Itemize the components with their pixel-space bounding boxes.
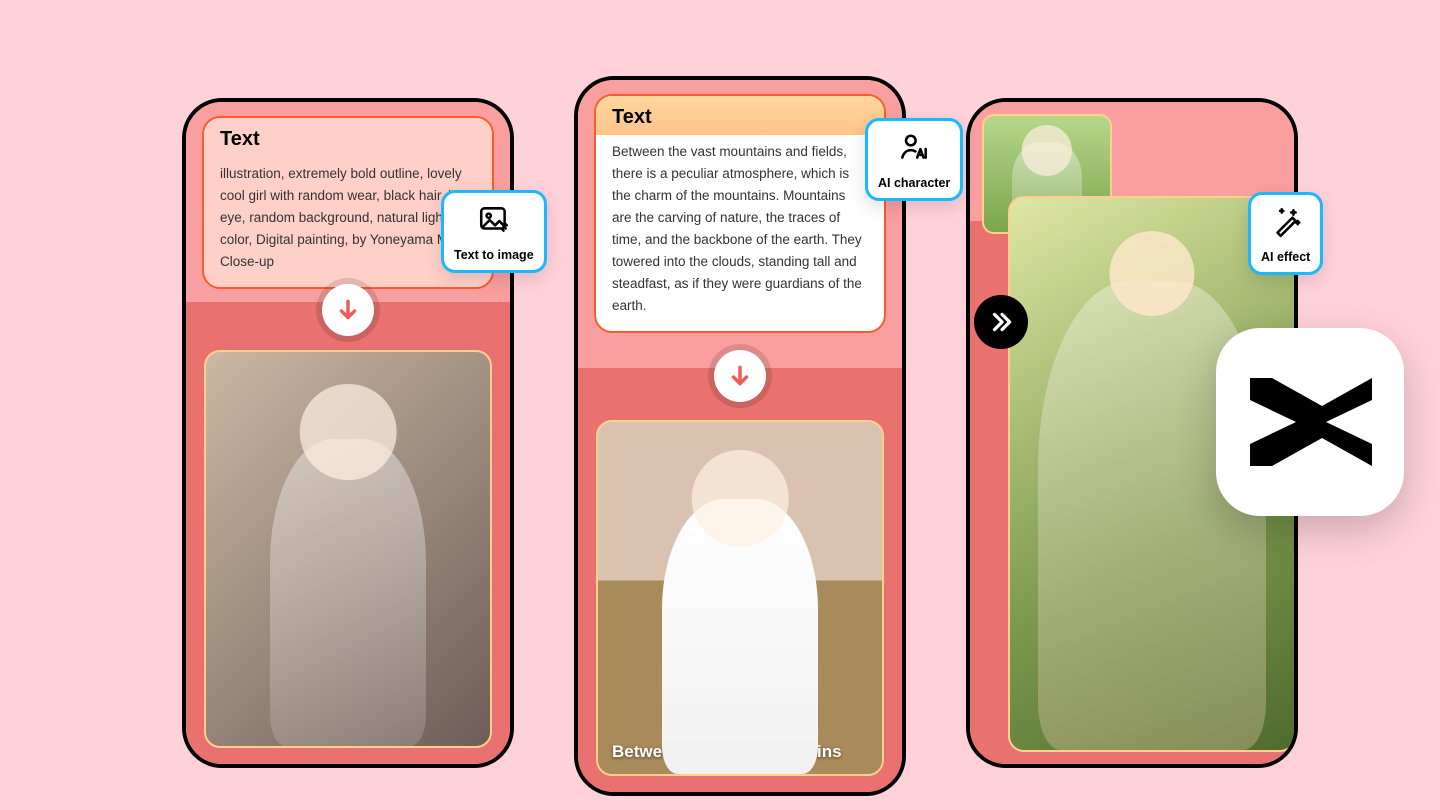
prompt-card-title: Text (204, 118, 492, 157)
capcut-app-icon[interactable] (1216, 328, 1404, 516)
arrow-down-icon (322, 284, 374, 336)
person-ai-icon (897, 131, 931, 170)
image-placeholder (206, 352, 490, 746)
transform-arrow-icon (974, 295, 1028, 349)
image-placeholder (598, 422, 882, 774)
prompt-card[interactable]: Text Between the vast mountains and fiel… (594, 94, 886, 333)
canvas: Text illustration, extremely bold outlin… (18, 18, 1422, 792)
magic-wand-icon (1269, 205, 1303, 244)
ai-character-badge[interactable]: AI character (865, 118, 963, 201)
generated-video-frame[interactable]: Between the vast mountains (596, 420, 884, 776)
badge-label: AI effect (1261, 250, 1310, 264)
text-to-image-badge[interactable]: Text to image (441, 190, 547, 273)
phone-ai-character: Text Between the vast mountains and fiel… (574, 76, 906, 796)
badge-label: AI character (878, 176, 950, 190)
prompt-text: Between the vast mountains and fields, t… (596, 135, 884, 331)
generated-image[interactable] (204, 350, 492, 748)
arrow-down-icon (714, 350, 766, 402)
ai-effect-badge[interactable]: AI effect (1248, 192, 1323, 275)
image-sparkle-icon (477, 203, 511, 242)
badge-label: Text to image (454, 248, 534, 262)
prompt-card-title: Text (596, 96, 884, 135)
